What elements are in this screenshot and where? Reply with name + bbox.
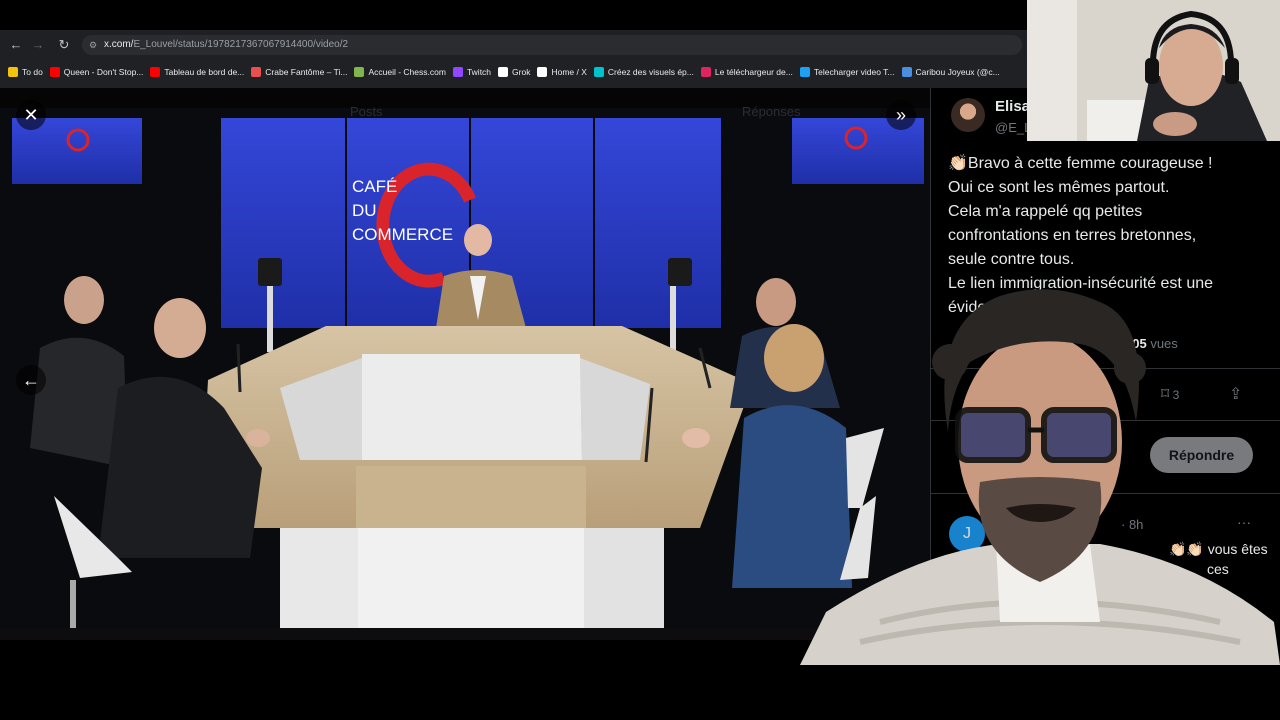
logo-line-1: CAFÉ [352, 177, 397, 196]
url-host: x.com/ [104, 39, 134, 50]
bookmark-label: Grok [512, 67, 531, 77]
close-icon[interactable]: ✕ [16, 100, 46, 130]
bookmark-label: Queen - Don't Stop... [63, 67, 144, 77]
reload-icon[interactable]: ↻ [56, 37, 72, 53]
double-chevron-right-icon[interactable]: » [886, 100, 916, 130]
back-icon[interactable]: ← [8, 37, 24, 53]
logo-line-3: COMMERCE [352, 225, 453, 244]
bookmark-label: Créez des visuels ép... [607, 67, 694, 77]
ghost-tab-replies: Réponses [742, 104, 801, 119]
bookmark-favicon-icon [537, 67, 548, 77]
webcam-top [1027, 0, 1280, 141]
url-bar[interactable]: ⚙ x.com/E_Louvel/status/1978217367067914… [82, 35, 1022, 55]
bookmark-label: Twitch [466, 67, 492, 77]
post-line: seule contre tous. [948, 251, 1075, 268]
bookmark-favicon-icon [150, 67, 161, 77]
bookmark-item[interactable]: Créez des visuels ép... [593, 61, 701, 83]
bookmark-item[interactable]: Le téléchargeur de... [700, 61, 800, 83]
bookmark-item[interactable]: Twitch [452, 61, 498, 83]
bookmark-favicon-icon [251, 67, 262, 77]
bookmark-item[interactable]: Telecharger video T... [799, 61, 902, 83]
author-handle[interactable]: @E_L [995, 120, 1031, 135]
bookmark-favicon-icon [49, 67, 60, 77]
bookmark-label: Caribou Joyeux (@c... [915, 67, 1000, 77]
arrow-left-icon[interactable]: ← [16, 365, 46, 395]
bookmark-label: Home / X [551, 67, 587, 77]
ghost-tab-posts: Posts [350, 104, 383, 119]
logo-line-2: DU [352, 201, 377, 220]
bookmarks-bar: To do Queen - Don't Stop... Tableau de bor… [0, 61, 1030, 83]
post-line: Oui ce sont les mêmes partout. [948, 179, 1170, 196]
bookmark-item[interactable]: Tableau de bord de... [150, 61, 251, 83]
bookmark-favicon-icon [593, 67, 604, 77]
bookmark-label: Accueil - Chess.com [368, 67, 446, 77]
bookmark-favicon-icon [452, 67, 463, 77]
address-bar-row: ← → ↻ ⚙ x.com/E_Louvel/status/1978217367… [0, 30, 1030, 60]
bookmark-item[interactable]: Caribou Joyeux (@c... [901, 61, 1007, 83]
post-line: 👏🏻Bravo à cette femme courageuse ! [948, 155, 1213, 172]
bookmark-label: Telecharger video T... [813, 67, 895, 77]
author-name[interactable]: Elisa [995, 98, 1030, 115]
bookmark-favicon-icon [700, 67, 711, 77]
bookmark-favicon-icon [799, 67, 810, 77]
bookmark-label: Crabe Fantôme – Ti... [265, 67, 348, 77]
bookmark-label: Le téléchargeur de... [714, 67, 793, 77]
webcam-main [800, 282, 1280, 665]
wall-panel-1 [221, 118, 345, 328]
bookmark-item[interactable]: Home / X [537, 61, 593, 83]
post-line: Cela m'a rappelé qq petites [948, 203, 1143, 220]
author-avatar[interactable] [951, 98, 985, 132]
video-frame: Posts Réponses CAFÉ DU COMMERCE [0, 88, 930, 640]
bookmark-item[interactable]: To do [8, 61, 50, 83]
wall-panel-4 [595, 118, 721, 328]
bookmark-favicon-icon [354, 67, 365, 77]
bookmark-item[interactable]: Crabe Fantôme – Ti... [251, 61, 354, 83]
bookmark-item[interactable]: Grok [498, 61, 537, 83]
site-info-icon[interactable]: ⚙ [89, 35, 97, 55]
post-line: confrontations en terres bretonnes, [948, 227, 1197, 244]
bookmark-label: Tableau de bord de... [164, 67, 245, 77]
url-path: E_Louvel/status/1978217367067914400/vide… [133, 39, 349, 50]
bookmark-favicon-icon [901, 67, 912, 77]
bookmark-favicon-icon [8, 67, 18, 77]
bookmark-item[interactable]: Queen - Don't Stop... [49, 61, 151, 83]
video-player[interactable]: Posts Réponses CAFÉ DU COMMERCE ✕ » ← [0, 88, 930, 640]
forward-icon[interactable]: → [30, 37, 46, 53]
bookmark-item[interactable]: Accueil - Chess.com [354, 61, 452, 83]
bookmark-favicon-icon [498, 67, 509, 77]
screen: ← → ↻ ⚙ x.com/E_Louvel/status/1978217367… [0, 0, 1280, 720]
browser-chrome: ← → ↻ ⚙ x.com/E_Louvel/status/1978217367… [0, 30, 1030, 88]
bookmark-label: To do [22, 67, 43, 77]
